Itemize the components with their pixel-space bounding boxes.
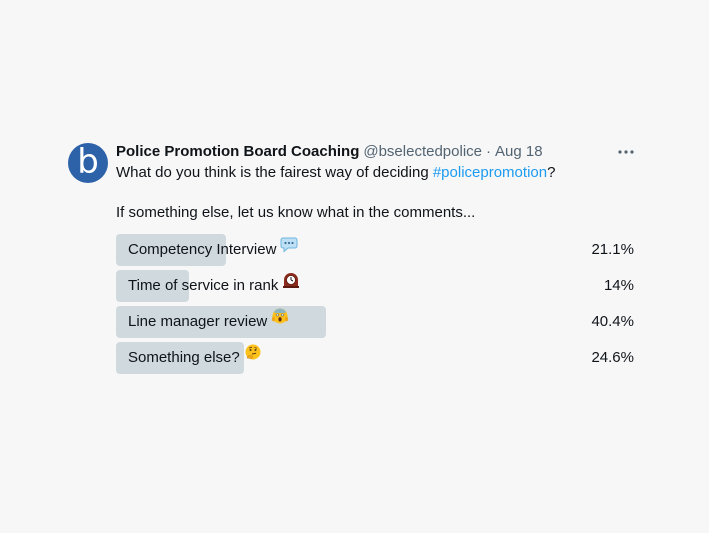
poll-option-percent: 14% (603, 277, 634, 294)
thinking-face-icon (244, 341, 262, 373)
header-separator: · (486, 143, 491, 160)
poll-option-label: Time of service in rank (128, 270, 300, 302)
poll-option-percent: 40.4% (591, 313, 634, 330)
tweet-followup: If something else, let us know what in t… (116, 204, 476, 221)
author-handle[interactable]: @bselectedpolice (363, 141, 482, 163)
speech-balloon-icon (280, 233, 298, 265)
poll-option-label: Line manager review (128, 306, 289, 338)
avatar-letter: b (77, 141, 99, 182)
poll-option-percent: 21.1% (591, 241, 634, 258)
hashtag-link[interactable]: #policepromotion (433, 164, 547, 181)
question-prefix: What do you think is the fairest way of … (116, 164, 433, 181)
poll-option-label: Something else? (128, 342, 262, 374)
more-options-button[interactable] (617, 143, 635, 161)
tweet-date[interactable]: Aug 18 (495, 141, 543, 163)
poll-option-percent: 24.6% (591, 349, 634, 366)
poll: Competency Interview 21.1% Time of servi… (116, 234, 636, 374)
avatar[interactable]: b (68, 143, 108, 183)
tweet-content: Police Promotion Board Coaching @bselect… (116, 141, 640, 378)
mantelpiece-clock-icon (282, 269, 300, 301)
question-suffix: ? (547, 164, 556, 181)
poll-option-label: Competency Interview (128, 234, 298, 266)
poll-option: Line manager review 40.4% (116, 306, 636, 338)
poll-option: Time of service in rank 14% (116, 270, 636, 302)
author-display-name[interactable]: Police Promotion Board Coaching (116, 141, 359, 163)
screaming-face-icon (271, 305, 289, 337)
poll-option: Something else? 24.6% (116, 342, 636, 374)
tweet-header: Police Promotion Board Coaching @bselect… (116, 141, 640, 163)
tweet-question: What do you think is the fairest way of … (116, 163, 640, 183)
more-horizontal-icon (618, 150, 634, 154)
poll-option: Competency Interview 21.1% (116, 234, 636, 266)
